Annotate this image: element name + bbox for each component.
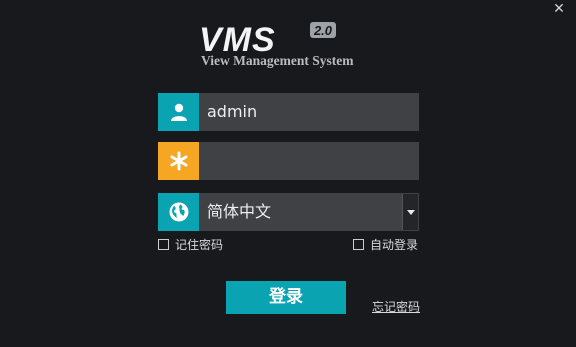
login-button[interactable]: 登录 [226, 281, 346, 314]
vms-logo: VMS 2.0 View Management System [195, 20, 385, 70]
remember-password-label: 记住密码 [175, 237, 224, 252]
auto-login-option[interactable]: 自动登录 [353, 236, 418, 252]
language-select[interactable]: 简体中文 [158, 193, 419, 231]
password-input[interactable] [199, 142, 419, 180]
username-input[interactable] [199, 93, 419, 131]
chevron-down-icon[interactable] [402, 194, 418, 230]
globe-icon [158, 193, 199, 231]
password-row [158, 142, 419, 180]
login-window: ✕ VMS 2.0 View Management System admin 简… [0, 0, 576, 347]
user-icon [158, 93, 199, 131]
remember-password-option[interactable]: 记住密码 [158, 236, 223, 252]
close-icon[interactable]: ✕ [550, 1, 568, 17]
logo-version: 2.0 [313, 23, 333, 38]
logo-subtitle: View Management System [201, 53, 354, 68]
auto-login-checkbox[interactable] [353, 238, 364, 250]
vms-logo-graphic: VMS 2.0 View Management System [199, 21, 354, 68]
forgot-password-link[interactable]: 忘记密码 [372, 298, 420, 315]
username-row [158, 93, 419, 131]
asterisk-icon [158, 142, 199, 180]
language-value: 简体中文 [207, 202, 272, 221]
remember-password-checkbox[interactable] [158, 238, 169, 250]
auto-login-label: 自动登录 [370, 237, 419, 252]
